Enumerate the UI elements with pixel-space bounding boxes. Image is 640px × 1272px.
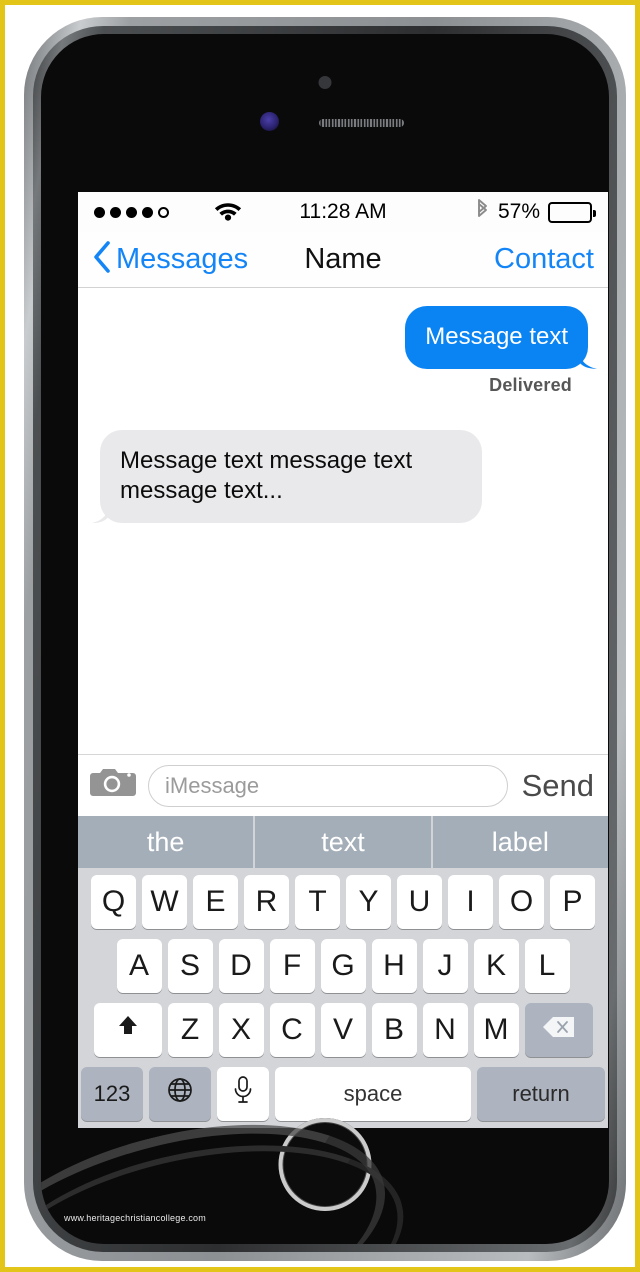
dictation-mic-key[interactable] [217, 1067, 269, 1121]
earpiece-speaker-grille [319, 119, 404, 127]
globe-language-icon [166, 1076, 194, 1112]
battery-percent-label: 57% [497, 200, 540, 223]
key-f[interactable]: F [269, 939, 315, 993]
key-p[interactable]: P [550, 875, 595, 929]
backspace-key[interactable] [524, 1003, 593, 1057]
key-i[interactable]: I [448, 875, 493, 929]
status-bar-right-group: 57% [475, 198, 596, 227]
keyboard-row-3: Z X C V B N M [81, 1003, 605, 1057]
contact-button[interactable]: Contact [494, 243, 594, 276]
battery-icon [548, 201, 596, 223]
key-b[interactable]: B [371, 1003, 417, 1057]
globe-language-key[interactable] [149, 1067, 211, 1121]
delivery-status-row: Delivered [92, 375, 594, 396]
key-w[interactable]: W [142, 875, 187, 929]
phone-screen: 11:28 AM 57% Messages Name Contact Messa… [78, 192, 608, 1128]
message-bubble-outgoing[interactable]: Message text [405, 306, 588, 369]
key-c[interactable]: C [269, 1003, 315, 1057]
key-v[interactable]: V [320, 1003, 366, 1057]
keyboard-suggestion-bar: the text label [78, 816, 608, 868]
phone-inner-bezel: 11:28 AM 57% Messages Name Contact Messa… [33, 26, 617, 1252]
keyboard-row-4: 123 space return [81, 1067, 605, 1121]
key-l[interactable]: L [524, 939, 570, 993]
phone-outer-frame: 11:28 AM 57% Messages Name Contact Messa… [24, 17, 626, 1261]
suggestion-item[interactable]: label [432, 816, 608, 868]
space-key[interactable]: space [275, 1067, 471, 1121]
suggestion-item[interactable]: the [78, 816, 254, 868]
imessage-placeholder: iMessage [165, 772, 260, 798]
imessage-input[interactable]: iMessage [148, 764, 508, 807]
key-z[interactable]: Z [167, 1003, 213, 1057]
key-j[interactable]: J [422, 939, 468, 993]
keyboard-row-1: Q W E R T Y U I O P [81, 875, 605, 929]
numbers-key[interactable]: 123 [81, 1067, 143, 1121]
watermark-text: www.heritagechristiancollege.com [64, 1213, 206, 1223]
back-button-label: Messages [116, 243, 249, 275]
key-a[interactable]: A [116, 939, 162, 993]
shift-arrow-up-icon [115, 1013, 141, 1047]
wifi-icon [213, 199, 243, 226]
front-camera-icon [260, 112, 279, 131]
cellular-signal-dots-icon [94, 206, 169, 218]
key-e[interactable]: E [193, 875, 238, 929]
bluetooth-icon [475, 198, 490, 227]
key-n[interactable]: N [422, 1003, 468, 1057]
page-background: 11:28 AM 57% Messages Name Contact Messa… [0, 0, 640, 1272]
key-q[interactable]: Q [91, 875, 136, 929]
phone-glass-front: 11:28 AM 57% Messages Name Contact Messa… [41, 34, 609, 1244]
microphone-icon [232, 1075, 254, 1113]
key-y[interactable]: Y [346, 875, 391, 929]
key-x[interactable]: X [218, 1003, 264, 1057]
key-h[interactable]: H [371, 939, 417, 993]
conversation-thread[interactable]: Message text Delivered Message text mess… [78, 288, 608, 754]
key-k[interactable]: K [473, 939, 519, 993]
proximity-sensor-dot [318, 76, 332, 89]
navigation-bar: Messages Name Contact [78, 232, 608, 288]
keyboard-row-2: A S D F G H J K L [81, 939, 605, 993]
onscreen-keyboard: Q W E R T Y U I O P A S D F G H J K L Z … [78, 868, 608, 1128]
key-g[interactable]: G [320, 939, 366, 993]
status-bar: 11:28 AM 57% [78, 192, 608, 232]
send-button[interactable]: Send [520, 768, 596, 804]
suggestion-item[interactable]: text [255, 816, 431, 868]
message-row-outgoing: Message text [92, 306, 594, 369]
message-input-bar: iMessage Send [78, 754, 608, 816]
key-d[interactable]: D [218, 939, 264, 993]
status-badge: Delivered [489, 374, 572, 395]
message-row-incoming: Message text message text message text..… [92, 429, 594, 524]
camera-icon[interactable] [90, 766, 136, 805]
key-u[interactable]: U [397, 875, 442, 929]
return-key[interactable]: return [477, 1067, 605, 1121]
key-s[interactable]: S [167, 939, 213, 993]
back-to-messages-button[interactable]: Messages [92, 240, 248, 279]
key-r[interactable]: R [244, 875, 289, 929]
backspace-delete-icon [542, 1013, 576, 1047]
key-m[interactable]: M [473, 1003, 519, 1057]
shift-key[interactable] [93, 1003, 162, 1057]
chevron-left-icon [92, 240, 112, 279]
key-t[interactable]: T [295, 875, 340, 929]
key-o[interactable]: O [499, 875, 544, 929]
message-bubble-incoming[interactable]: Message text message text message text..… [100, 429, 482, 524]
